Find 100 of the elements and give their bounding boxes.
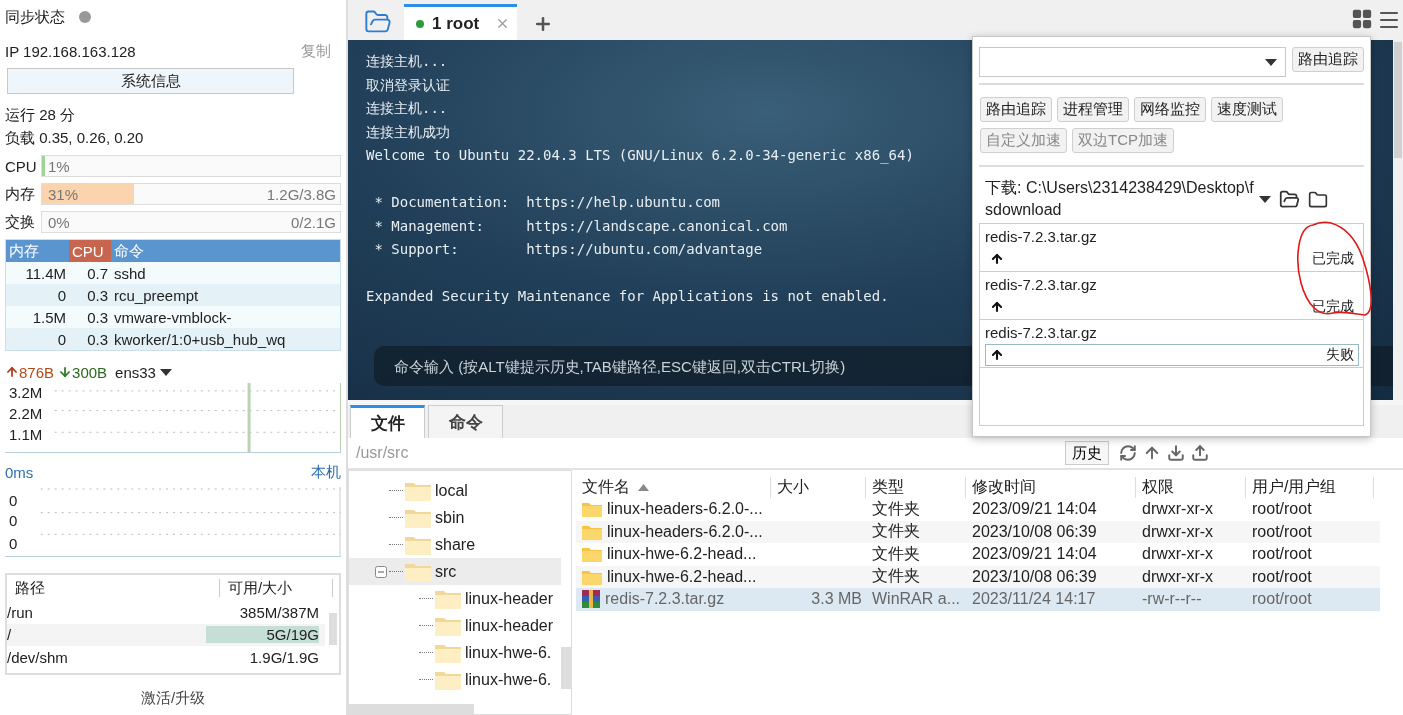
- terminal-line: 连接主机...: [366, 99, 448, 119]
- sync-label: 同步状态: [5, 7, 65, 27]
- latency-value: 0ms: [5, 463, 34, 481]
- file-row[interactable]: redis-7.2.3.tar.gz 3.3 MB WinRAR a... 2023/11/24 14:17 -rw-r--r-- root/root: [576, 588, 1380, 611]
- table-cell-text: sshd: [113, 264, 147, 282]
- column-header[interactable]: 用户/用户组: [1246, 476, 1374, 498]
- system-info-button[interactable]: 系统信息: [7, 68, 294, 94]
- file-row[interactable]: linux-hwe-6.2-head... 文件夹 2023/09/21 14:04 drwxr-xr-x root/root: [576, 543, 1380, 566]
- trace-button[interactable]: 路由追踪: [1292, 47, 1364, 72]
- table-cell-text: 0.3: [86, 330, 109, 348]
- file-row[interactable]: linux-headers-6.2.0-... 文件夹 2023/10/08 06:39 drwxr-xr-x root/root: [576, 520, 1380, 543]
- transfer-status: 失败: [1326, 346, 1354, 364]
- scrollbar[interactable]: [329, 613, 337, 645]
- tree-item[interactable]: linux-hwe-6.: [349, 666, 561, 693]
- disk-size: 1.9G/1.9G: [249, 648, 319, 666]
- upload-icon[interactable]: [1191, 444, 1209, 462]
- tool-button[interactable]: 速度测试: [1211, 97, 1283, 122]
- file-name: redis-7.2.3.tar.gz: [985, 275, 1098, 295]
- column-header[interactable]: 类型: [866, 476, 966, 498]
- tree-item[interactable]: linux-header: [349, 585, 561, 612]
- transfer-row[interactable]: 已完成: [985, 248, 1359, 270]
- meter-reading: 0%: [48, 213, 70, 231]
- terminal-line: * Documentation: https://help.ubuntu.com: [373, 192, 720, 212]
- file-name: linux-headers-6.2.0-...: [607, 522, 763, 541]
- tree-item[interactable]: sbin: [349, 504, 561, 531]
- table-cell: 2023/09/21 14:04: [972, 500, 1097, 519]
- terminal-line: Welcome to Ubuntu 22.04.3 LTS (GNU/Linux 6.2.0-34-generic x86_64): [366, 146, 914, 166]
- file-row[interactable]: linux-hwe-6.2-head... 文件夹 2023/10/08 06:39 drwxr-xr-x root/root: [576, 565, 1380, 588]
- history-button[interactable]: 历史: [1065, 441, 1109, 465]
- tree-item[interactable]: share: [349, 531, 561, 558]
- folder-icon: [405, 534, 431, 555]
- file-name: linux-hwe-6.2-head...: [607, 545, 757, 564]
- activate-link[interactable]: 激活/升级: [140, 689, 206, 708]
- scrollbar[interactable]: [1393, 40, 1403, 400]
- disk-row[interactable]: / 5G/19G: [7, 623, 325, 646]
- folder-icon: [435, 588, 461, 609]
- column-header[interactable]: 大小: [771, 476, 866, 498]
- table-cell: 2023/10/08 06:39: [972, 567, 1097, 586]
- disk-size: 5G/19G: [206, 626, 319, 644]
- table-cell-text: 0.3: [86, 308, 109, 326]
- axis-label: 0: [9, 491, 19, 511]
- scrollbar[interactable]: [561, 647, 571, 689]
- folder-icon[interactable]: [1308, 189, 1328, 210]
- tree-item[interactable]: linux-header: [349, 612, 561, 639]
- file-name: linux-headers-6.2.0-...: [607, 500, 763, 519]
- tool-button[interactable]: 进程管理: [1057, 97, 1129, 122]
- terminal-line: * Support: https://ubuntu.com/advantage: [373, 240, 763, 260]
- axis-label: 0: [9, 511, 19, 531]
- file-row[interactable]: linux-headers-6.2.0-... 文件夹 2023/09/21 14:04 drwxr-xr-x root/root: [576, 498, 1380, 521]
- caret-icon: [1259, 196, 1271, 203]
- table-cell: drwxr-xr-x: [1142, 500, 1214, 519]
- download-icon[interactable]: [1167, 444, 1185, 462]
- refresh-icon[interactable]: [1119, 444, 1137, 462]
- folder-icon: [582, 546, 602, 563]
- meter-reading: 1%: [48, 157, 70, 175]
- file-name: redis-7.2.3.tar.gz: [605, 590, 725, 609]
- column-header[interactable]: CPU: [69, 240, 111, 262]
- interface-select[interactable]: ens33: [115, 363, 156, 381]
- table-cell-text: 0.7: [86, 264, 109, 282]
- table-cell: 3.3 MB: [811, 590, 862, 609]
- column-header[interactable]: 可用/大小: [220, 579, 333, 597]
- table-cell-text: 0: [56, 286, 67, 304]
- disk-row[interactable]: /run 385M/387M: [7, 601, 325, 624]
- column-header[interactable]: 路径: [7, 579, 220, 597]
- transfer-row[interactable]: 失败: [985, 344, 1359, 366]
- disk-row[interactable]: /dev/shm 1.9G/1.9G: [7, 646, 325, 669]
- tool-button[interactable]: 网络监控: [1134, 97, 1206, 122]
- terminal-line: 连接主机...: [366, 52, 448, 71]
- tool-button[interactable]: 路由追踪: [980, 97, 1052, 122]
- column-header[interactable]: 权限: [1136, 476, 1246, 498]
- download-rate: 300B: [72, 363, 108, 381]
- tree-item[interactable]: local: [349, 477, 561, 504]
- load-text: 负载 0.35, 0.26, 0.20: [5, 128, 144, 148]
- table-cell: 2023/10/08 06:39: [972, 522, 1097, 541]
- tree-item[interactable]: src: [349, 558, 561, 585]
- collapse-icon[interactable]: [375, 565, 387, 578]
- transfer-row[interactable]: 已完成: [985, 296, 1359, 318]
- column-header[interactable]: 文件名: [576, 476, 771, 498]
- tree-item[interactable]: linux-hwe-6.: [349, 639, 561, 666]
- column-header[interactable]: 修改时间: [966, 476, 1136, 498]
- table-cell-text: 0: [56, 330, 67, 348]
- grid-icon[interactable]: [1351, 8, 1373, 30]
- table-cell-text: 1.5M: [31, 308, 67, 326]
- folder-icon[interactable]: [1279, 189, 1300, 210]
- add-tab-icon[interactable]: [533, 14, 553, 34]
- scrollbar[interactable]: [349, 704, 474, 714]
- terminal-line: 取消登录认证: [366, 75, 450, 95]
- folder-icon: [582, 568, 602, 585]
- folder-icon: [405, 480, 431, 501]
- meter-detail: 1.2G/3.8G: [266, 185, 336, 203]
- file-name: redis-7.2.3.tar.gz: [985, 227, 1098, 247]
- session-tab[interactable]: 1 root: [404, 4, 517, 40]
- panel-tab[interactable]: 文件: [350, 405, 425, 438]
- table-cell: 2023/11/24 14:17: [972, 590, 1096, 609]
- panel-tab[interactable]: 命令: [428, 405, 503, 438]
- folder-icon: [435, 615, 461, 636]
- archive-icon: [582, 590, 600, 609]
- table-cell-text: 文件夹: [872, 498, 920, 519]
- table-cell: root/root: [1252, 500, 1312, 519]
- table-cell: root/root: [1252, 545, 1312, 564]
